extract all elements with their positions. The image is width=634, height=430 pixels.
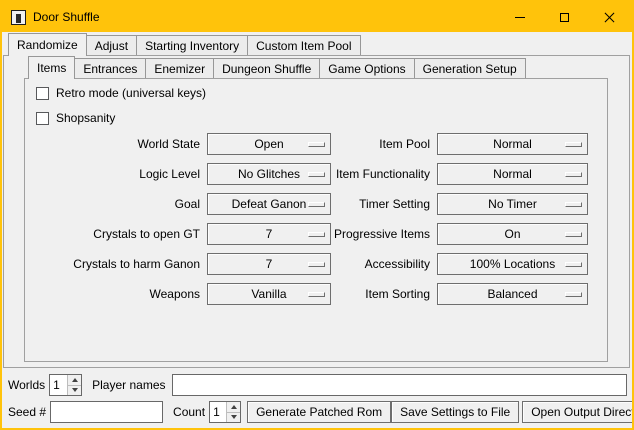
minimize-icon [515, 17, 525, 18]
item-pool-dropdown[interactable]: Normal [437, 133, 588, 155]
tab-dungeon-shuffle[interactable]: Dungeon Shuffle [213, 58, 320, 78]
crystals-harm-ganon-row: Crystals to harm Ganon 7 [5, 253, 331, 275]
worlds-spin-arrows [67, 375, 81, 395]
tab-entrances[interactable]: Entrances [74, 58, 146, 78]
down-arrow-icon [72, 388, 78, 392]
retro-mode-label: Retro mode (universal keys) [56, 86, 206, 100]
crystals-open-gt-label: Crystals to open GT [5, 227, 200, 241]
count-spin-arrows [226, 402, 240, 422]
window-title: Door Shuffle [33, 10, 100, 24]
left-options-column: World State Open Logic Level No Glitches… [5, 133, 331, 313]
count-spinbox[interactable] [209, 401, 241, 423]
crystals-harm-ganon-label: Crystals to harm Ganon [5, 257, 200, 271]
item-sorting-row: Item Sorting Balanced [307, 283, 588, 305]
retro-mode-checkbox[interactable] [36, 87, 49, 100]
count-decrement-button[interactable] [227, 412, 240, 423]
maximize-button[interactable] [542, 2, 587, 32]
count-input[interactable] [210, 402, 226, 422]
right-options-column: Item Pool Normal Item Functionality Norm… [307, 133, 588, 313]
tab-game-options[interactable]: Game Options [319, 58, 414, 78]
tab-enemizer[interactable]: Enemizer [145, 58, 214, 78]
maximize-icon [560, 13, 569, 22]
tab-adjust[interactable]: Adjust [86, 35, 137, 55]
window-controls [497, 2, 632, 32]
dropdown-indicator-icon [565, 262, 582, 267]
dropdown-indicator-icon [565, 232, 582, 237]
window-content: Randomize Adjust Starting Inventory Cust… [2, 32, 632, 428]
tab-generation-setup[interactable]: Generation Setup [414, 58, 526, 78]
item-sorting-label: Item Sorting [307, 287, 430, 301]
worlds-spinbox[interactable] [49, 374, 82, 396]
shopsanity-label: Shopsanity [56, 111, 115, 125]
main-tab-bar: Randomize Adjust Starting Inventory Cust… [8, 33, 361, 55]
count-label: Count [173, 405, 205, 419]
save-settings-button[interactable]: Save Settings to File [391, 401, 519, 423]
world-state-label: World State [5, 137, 200, 151]
item-functionality-row: Item Functionality Normal [307, 163, 588, 185]
timer-setting-row: Timer Setting No Timer [307, 193, 588, 215]
generate-patched-rom-button[interactable]: Generate Patched Rom [247, 401, 391, 423]
tab-items[interactable]: Items [28, 56, 75, 79]
down-arrow-icon [231, 415, 237, 419]
item-functionality-label: Item Functionality [307, 167, 430, 181]
progressive-items-row: Progressive Items On [307, 223, 588, 245]
close-icon [604, 12, 615, 23]
tab-randomize[interactable]: Randomize [8, 33, 87, 56]
minimize-button[interactable] [497, 2, 542, 32]
shopsanity-checkbox[interactable] [36, 112, 49, 125]
timer-setting-label: Timer Setting [307, 197, 430, 211]
goal-row: Goal Defeat Ganon [5, 193, 331, 215]
worlds-decrement-button[interactable] [68, 385, 81, 396]
seed-input[interactable] [50, 401, 163, 423]
dropdown-indicator-icon [565, 172, 582, 177]
up-arrow-icon [231, 405, 237, 409]
timer-setting-dropdown[interactable]: No Timer [437, 193, 588, 215]
dropdown-indicator-icon [565, 292, 582, 297]
up-arrow-icon [72, 378, 78, 382]
crystals-open-gt-row: Crystals to open GT 7 [5, 223, 331, 245]
progressive-items-dropdown[interactable]: On [437, 223, 588, 245]
worlds-increment-button[interactable] [68, 375, 81, 385]
count-increment-button[interactable] [227, 402, 240, 412]
item-pool-label: Item Pool [307, 137, 430, 151]
logic-level-label: Logic Level [5, 167, 200, 181]
open-output-directory-button[interactable]: Open Output Directory [522, 401, 634, 423]
player-names-input[interactable] [172, 374, 628, 396]
seed-label: Seed # [8, 405, 46, 419]
tab-starting-inventory[interactable]: Starting Inventory [136, 35, 248, 55]
dropdown-indicator-icon [565, 142, 582, 147]
worlds-label: Worlds [8, 378, 45, 392]
dropdown-indicator-icon [565, 202, 582, 207]
weapons-label: Weapons [5, 287, 200, 301]
worlds-input[interactable] [50, 375, 67, 395]
shopsanity-checkbox-row: Shopsanity [36, 110, 115, 126]
item-pool-row: Item Pool Normal [307, 133, 588, 155]
player-names-label: Player names [92, 378, 165, 392]
weapons-row: Weapons Vanilla [5, 283, 331, 305]
item-functionality-dropdown[interactable]: Normal [437, 163, 588, 185]
world-state-row: World State Open [5, 133, 331, 155]
tab-custom-item-pool[interactable]: Custom Item Pool [247, 35, 360, 55]
titlebar: Door Shuffle [2, 2, 632, 32]
accessibility-row: Accessibility 100% Locations [307, 253, 588, 275]
settings-tab-bar: Items Entrances Enemizer Dungeon Shuffle… [28, 56, 526, 78]
worlds-row: Worlds Player names [8, 374, 628, 396]
goal-label: Goal [5, 197, 200, 211]
accessibility-dropdown[interactable]: 100% Locations [437, 253, 588, 275]
logic-level-row: Logic Level No Glitches [5, 163, 331, 185]
app-window: Door Shuffle Randomize Adjust Starting I… [0, 0, 634, 430]
seed-row: Seed # Count Generate Patched Rom Save S… [8, 401, 628, 423]
app-icon [11, 10, 26, 25]
item-sorting-dropdown[interactable]: Balanced [437, 283, 588, 305]
retro-mode-checkbox-row: Retro mode (universal keys) [36, 85, 206, 101]
accessibility-label: Accessibility [307, 257, 430, 271]
close-button[interactable] [587, 2, 632, 32]
progressive-items-label: Progressive Items [307, 227, 430, 241]
